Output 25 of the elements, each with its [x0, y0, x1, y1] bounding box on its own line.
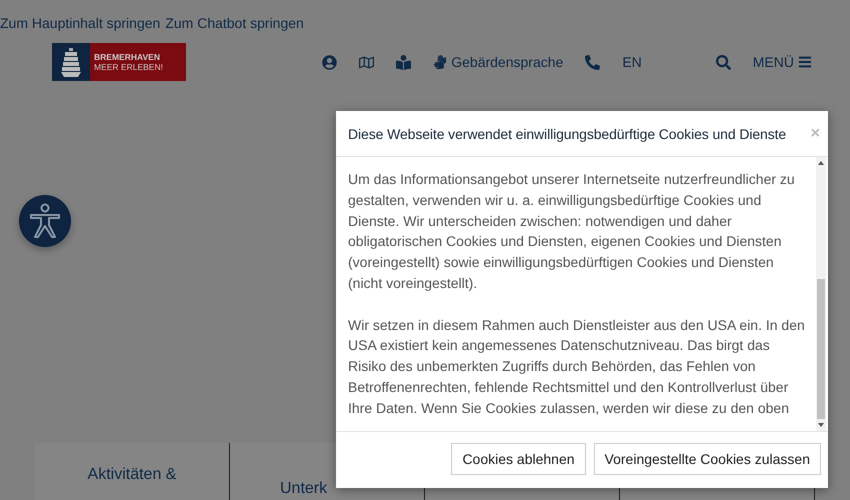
- ship-icon: [52, 43, 90, 81]
- user-icon[interactable]: [322, 54, 338, 70]
- skip-link[interactable]: Zum Chatbot springen: [165, 15, 304, 31]
- close-button[interactable]: ×: [810, 124, 820, 142]
- reject-button[interactable]: Cookies ablehnen: [451, 443, 586, 475]
- skip-link[interactable]: Zum Hauptinhalt springen: [0, 15, 160, 31]
- nav-link[interactable]: EN: [622, 54, 642, 70]
- accept-button[interactable]: Voreingestellte Cookies zulassen: [594, 443, 821, 475]
- accessibility-icon[interactable]: [18, 194, 72, 248]
- scroll-down-icon[interactable]: [818, 422, 824, 428]
- scroll-up-icon[interactable]: [818, 160, 824, 166]
- logo-text: BREMERHAVEN MEER ERLEBEN!: [90, 43, 186, 81]
- category-tile[interactable]: Aktivitäten &: [35, 443, 230, 500]
- hand-icon: [433, 55, 448, 69]
- menu-icon: [798, 55, 812, 69]
- menu-button[interactable]: MENÜ: [752, 54, 812, 70]
- search-icon[interactable]: [716, 54, 731, 70]
- dialog-title: Diese Webseite verwendet einwilligungsbedürftige Cookies und Dienste: [348, 126, 786, 142]
- dialog-paragraph: Wir setzen in diesem Rahmen auch Dienstleister aus den USA ein. In den USA existiert kein angemessenes Datenschutzniveau. Das birgt das Risiko des unbemerkten Zugriffs durch Behörden, das Fehlen von Betroffenenrechten, fehlende Rechtsmittel und den Kontrollverlust über Ihre Daten. Wenn Sie Cookies zulassen, werden wir diese zu den oben: [348, 316, 806, 418]
- nav-link[interactable]: Gebärdensprache: [433, 54, 564, 70]
- dialog-paragraph: Um das Informationsangebot unserer Internetseite nutzerfreundlicher zu gestalten, verwenden wir u. a. einwilligungsbedürftige Cookies und Dienste. Wir unterscheiden zwischen: notwendigen und daher obligatorischen Cookies und Diensten, eigenen Cookies und Diensten (voreingestellt) sowie einwilligungsbedürftigen Cookies und Diensten (nicht voreingestellt).: [348, 170, 796, 293]
- phone-icon[interactable]: [585, 54, 600, 70]
- reader-icon[interactable]: [396, 54, 412, 70]
- scrollbar[interactable]: [816, 157, 826, 431]
- map-icon[interactable]: [359, 54, 374, 70]
